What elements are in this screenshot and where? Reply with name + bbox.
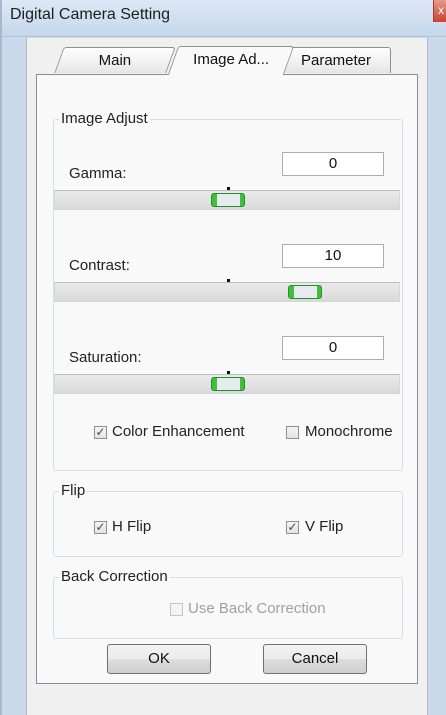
use-back-correction-checkbox <box>170 603 183 616</box>
use-back-correction-label: Use Back Correction <box>188 600 326 617</box>
tab-image-adjust-label: Image Ad... <box>193 51 270 68</box>
v-flip-checkbox[interactable]: ✓ <box>286 521 299 534</box>
contrast-value-field[interactable]: 10 <box>282 244 384 268</box>
flip-group-title: Flip <box>59 482 88 499</box>
saturation-center-tick <box>227 371 230 374</box>
saturation-value-field[interactable]: 0 <box>282 336 384 360</box>
ok-button[interactable]: OK <box>107 644 211 674</box>
monochrome-label: Monochrome <box>305 423 393 440</box>
tab-main-label: Main <box>98 52 131 69</box>
image-adjust-group-title: Image Adjust <box>59 110 150 127</box>
gamma-slider-thumb[interactable] <box>211 193 245 207</box>
color-enhancement-label: Color Enhancement <box>112 423 245 440</box>
flip-group: Flip ✓ H Flip ✓ V Flip <box>53 482 403 557</box>
back-correction-group: Back Correction Use Back Correction <box>53 568 403 639</box>
title-bar[interactable]: Digital Camera Setting x <box>2 0 446 37</box>
tab-image-adjust[interactable]: Image Ad... <box>167 46 295 75</box>
tab-parameter[interactable]: Parameter <box>281 47 391 73</box>
gamma-label: Gamma: <box>69 165 127 182</box>
window-title: Digital Camera Setting <box>10 6 171 23</box>
h-flip-checkbox[interactable]: ✓ <box>94 521 107 534</box>
v-flip-label: V Flip <box>305 518 344 535</box>
gamma-slider-track[interactable] <box>54 187 400 210</box>
contrast-center-tick <box>227 279 230 282</box>
gamma-value-field[interactable]: 0 <box>282 152 384 176</box>
contrast-slider-track[interactable] <box>54 279 400 302</box>
monochrome-checkbox[interactable] <box>286 426 299 439</box>
color-enhancement-checkbox[interactable]: ✓ <box>94 426 107 439</box>
saturation-label: Saturation: <box>69 349 142 366</box>
tab-strip: Main Image Ad... Parameter <box>45 46 415 75</box>
contrast-slider-thumb[interactable] <box>288 285 322 299</box>
close-button[interactable]: x <box>433 0 446 22</box>
image-adjust-group: Image Adjust Gamma: 0 Contrast: 10 Satur… <box>53 110 403 471</box>
image-adjust-panel: Image Adjust Gamma: 0 Contrast: 10 Satur… <box>36 74 418 684</box>
saturation-slider-track[interactable] <box>54 371 400 394</box>
h-flip-label: H Flip <box>112 518 152 535</box>
back-correction-group-title: Back Correction <box>59 568 170 585</box>
gamma-center-tick <box>227 187 230 190</box>
cancel-button[interactable]: Cancel <box>263 644 367 674</box>
contrast-label: Contrast: <box>69 257 130 274</box>
dialog-client-area: Main Image Ad... Parameter Image Adjust … <box>26 38 428 715</box>
saturation-slider-thumb[interactable] <box>211 377 245 391</box>
camera-setting-window: Digital Camera Setting x Main Image Ad..… <box>0 0 446 715</box>
tab-main[interactable]: Main <box>54 47 176 73</box>
